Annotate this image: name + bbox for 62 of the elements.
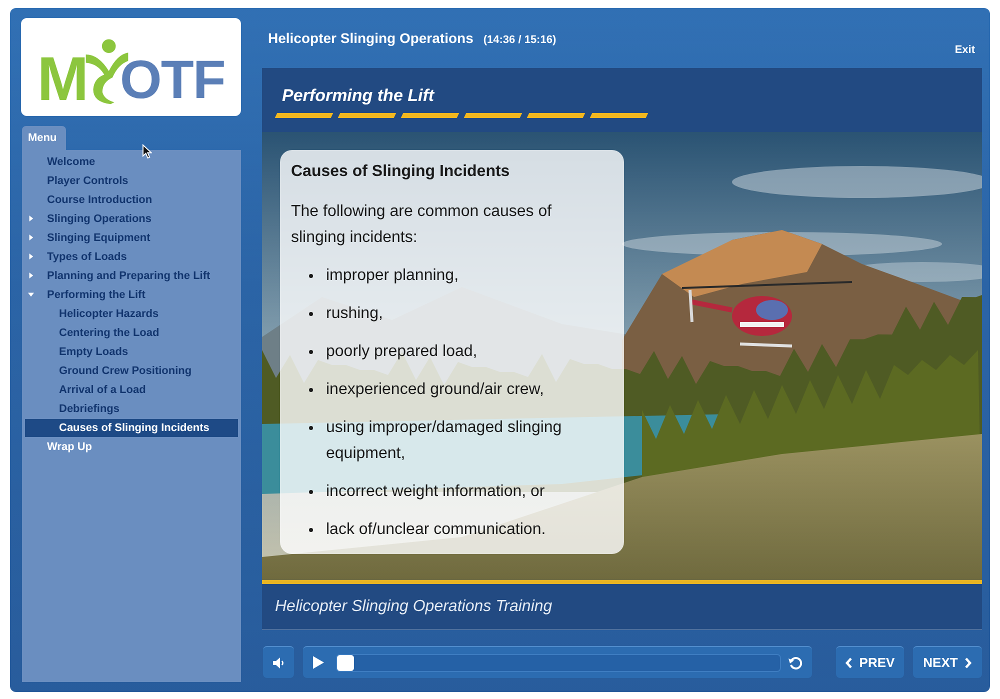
- bullet-icon: [309, 426, 313, 430]
- bullet-text: using improper/damaged slinging equipment,: [326, 418, 563, 464]
- menu-item[interactable]: Centering the Load: [59, 324, 160, 342]
- mouse-pointer-icon: [142, 144, 152, 159]
- bullet-icon: [309, 350, 313, 354]
- play-icon[interactable]: [313, 656, 324, 669]
- menu-item[interactable]: Empty Loads: [59, 342, 128, 360]
- caret-down-icon[interactable]: [28, 291, 34, 298]
- exit-link[interactable]: Exit: [954, 44, 975, 56]
- slide-heading: Performing the Lift: [281, 85, 436, 107]
- card-title: Causes of Slinging Incidents: [291, 162, 511, 182]
- bullet-icon: [309, 312, 313, 316]
- next-button[interactable]: NEXT: [913, 646, 982, 678]
- heading-dash: [274, 113, 334, 118]
- menu-item[interactable]: Causes of Slinging Incidents: [25, 418, 238, 436]
- bullet-icon: [309, 490, 313, 494]
- intro-text: The following are common causes of slinging incidents:: [291, 202, 553, 248]
- chevron-right-icon: [964, 656, 972, 668]
- caption-text: Helicopter Slinging Operations Training: [275, 598, 552, 616]
- caret-right-icon[interactable]: [28, 253, 34, 260]
- menu-item[interactable]: Performing the Lift: [47, 286, 146, 304]
- menu-item[interactable]: Welcome: [47, 152, 96, 170]
- caret-right-icon[interactable]: [28, 215, 34, 222]
- menu-item[interactable]: Debriefings: [59, 400, 120, 418]
- heading-dash: [338, 113, 396, 118]
- menu-item[interactable]: Helicopter Hazards: [59, 304, 159, 322]
- heading-dash: [590, 113, 648, 118]
- speaker-icon: [272, 656, 286, 670]
- bullet-icon: [309, 388, 313, 392]
- menu-item[interactable]: Course Introduction: [47, 190, 152, 208]
- menu-item[interactable]: Arrival of a Load: [59, 380, 146, 398]
- volume-button[interactable]: [263, 646, 294, 678]
- progress-thumb[interactable]: [337, 654, 354, 670]
- bullet-text: inexperienced ground/air crew,: [326, 380, 545, 400]
- caret-right-icon[interactable]: [28, 272, 34, 279]
- heading-dash: [464, 113, 522, 118]
- menu-tab[interactable]: Menu: [22, 126, 66, 150]
- menu-item[interactable]: Slinging Equipment: [47, 228, 150, 246]
- logo-wordmark: OTF: [120, 53, 225, 107]
- prev-button[interactable]: PREV: [836, 646, 904, 678]
- menu-item[interactable]: Slinging Operations: [47, 210, 152, 228]
- bullet-icon: [309, 274, 313, 278]
- heading-dash: [526, 113, 586, 118]
- menu-item[interactable]: Types of Loads: [47, 248, 127, 266]
- caret-right-icon[interactable]: [28, 234, 34, 241]
- bullet-text: improper planning,: [326, 266, 460, 286]
- progress-track[interactable]: [336, 654, 781, 672]
- elapsed-time: (14:36 / 15:16): [483, 34, 556, 46]
- bullet-text: poorly prepared load,: [326, 342, 478, 362]
- heading-dash: [400, 113, 460, 118]
- bullet-text: incorrect weight information, or: [326, 482, 546, 502]
- menu-item[interactable]: Player Controls: [47, 172, 128, 190]
- chevron-left-icon: [845, 656, 854, 668]
- menu-item[interactable]: Planning and Preparing the Lift: [47, 266, 210, 284]
- course-title: Helicopter Slinging Operations: [268, 30, 474, 46]
- bullet-text: rushing,: [326, 304, 384, 324]
- menu-item[interactable]: Ground Crew Positioning: [59, 362, 192, 380]
- bullet-icon: [309, 528, 313, 532]
- replay-icon[interactable]: [788, 654, 804, 670]
- logo-initial: M: [37, 49, 88, 111]
- bullet-text: lack of/unclear communication.: [326, 520, 547, 540]
- menu-item[interactable]: Wrap Up: [47, 438, 92, 456]
